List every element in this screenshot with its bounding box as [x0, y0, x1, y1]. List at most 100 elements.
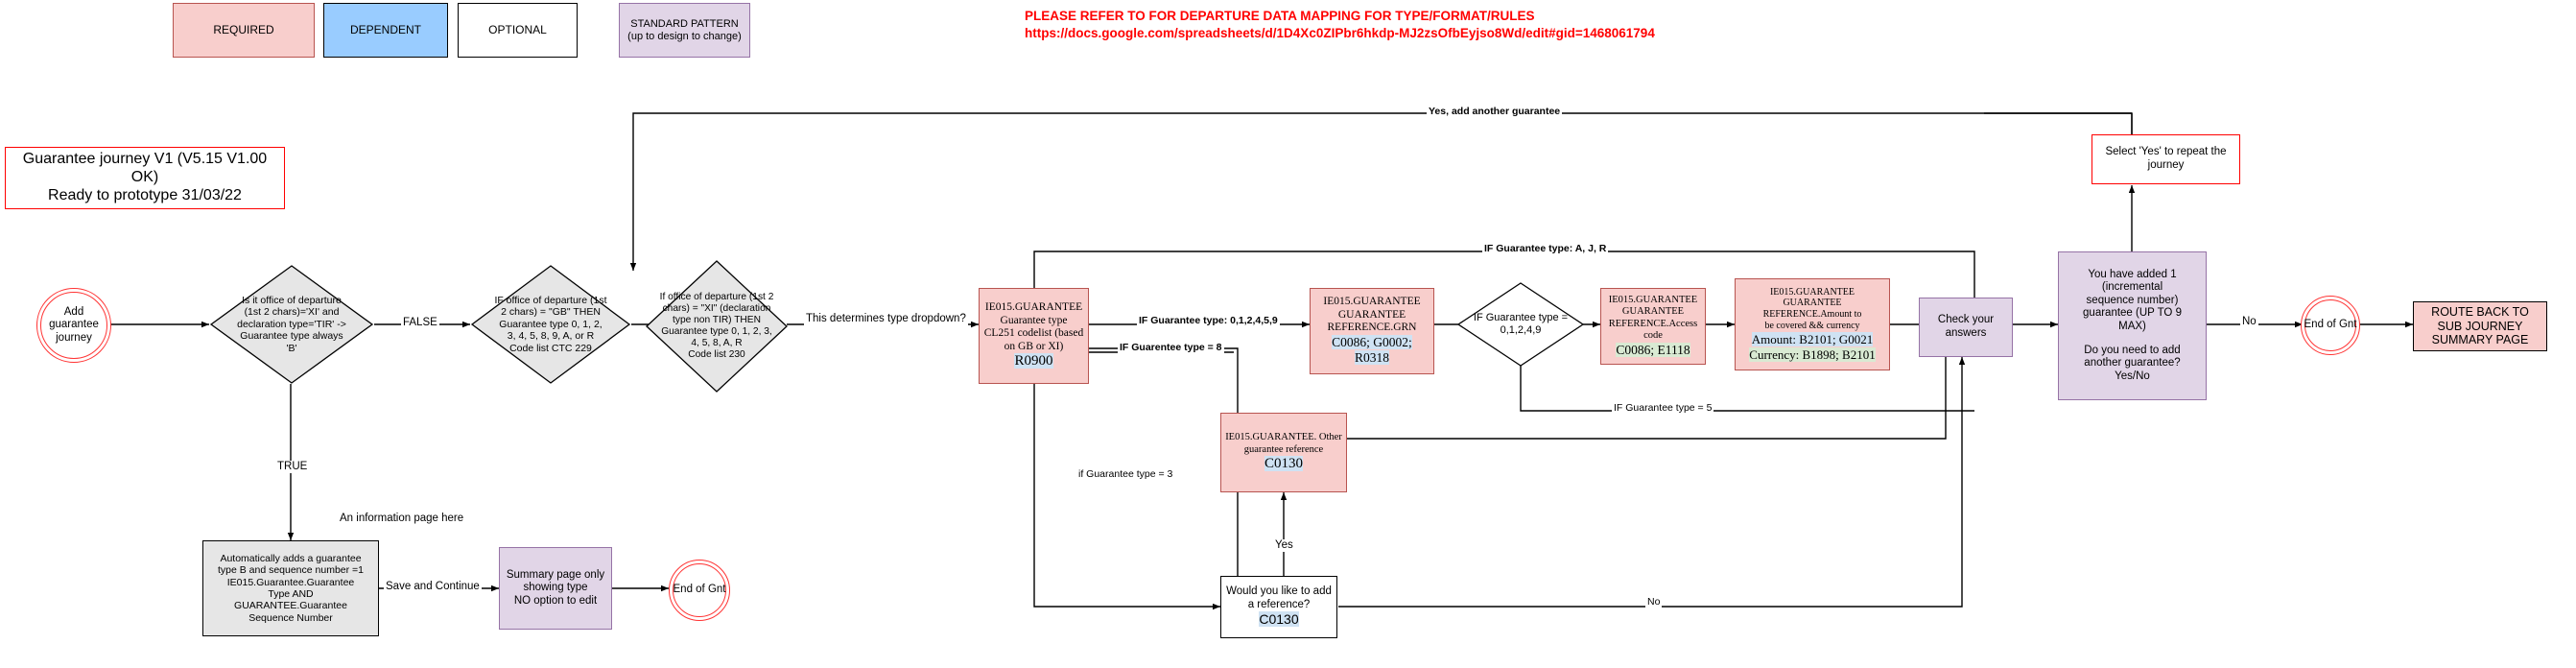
route-back-l1: ROUTE BACK TO	[2431, 304, 2529, 319]
decision-tir-l5: 'B'	[286, 342, 297, 354]
access-code-l3: REFERENCE.Access code	[1608, 318, 1698, 342]
summary-page-l1: Summary page only	[506, 568, 605, 581]
edge-label-type-ajr: IF Guarantee type: A, J, R	[1482, 243, 1609, 255]
select-yes-repeat-box: Select 'Yes' to repeat the journey	[2092, 134, 2240, 184]
guarantee-type-l1: IE015.GUARANTEE	[984, 301, 1083, 314]
added-guarantee-box[interactable]: You have added 1 (incremental sequence n…	[2058, 251, 2207, 400]
decision-01249-l2: 0,1,2,4,9	[1500, 324, 1542, 336]
legend-optional-label: OPTIONAL	[488, 23, 547, 37]
auto-add-guarantee-type-b-box: Automatically adds a guarantee type B an…	[202, 540, 379, 636]
decision-guarantee-type-01249[interactable]: IF Guarantee type = 0,1,2,4,9	[1456, 281, 1585, 368]
end-node-lower-label: End of Gnt	[673, 584, 726, 596]
guarantee-type-l4: on GB or XI)	[1004, 340, 1064, 352]
amount-currency-l1: IE015.GUARANTEE	[1769, 286, 1855, 298]
title-box: Guarantee journey V1 (V5.15 V1.00 OK) Re…	[5, 147, 285, 209]
end-node-right: End of Gnt	[2301, 296, 2360, 355]
edge-label-no-lower: No	[1645, 596, 1663, 608]
decision-office-departure-gb[interactable]: IF office of departure (1st 2 chars) = "…	[470, 264, 631, 385]
auto-type-b-l3: IE015.Guarantee.Guarantee	[226, 576, 355, 588]
guarantee-type-code: R0900	[1014, 353, 1053, 370]
other-ref-code: C0130	[1264, 456, 1303, 472]
legend-required-label: REQUIRED	[213, 23, 274, 37]
grn-l1: IE015.GUARANTEE	[1323, 296, 1421, 308]
edge-label-no-right: No	[2240, 316, 2258, 328]
edge-label-true: TRUE	[275, 461, 310, 473]
access-code-l1: IE015.GUARANTEE	[1608, 295, 1698, 306]
legend-required: REQUIRED	[173, 3, 315, 58]
decision-gb-l1: IF office of departure (1st	[494, 295, 607, 307]
decision-tir-text: Is it office of departure (1st 2 chars)=…	[209, 264, 374, 385]
legend-optional: OPTIONAL	[458, 3, 578, 58]
start-node-add-guarantee-journey[interactable]: Add guarantee journey	[36, 288, 111, 363]
summary-page-box[interactable]: Summary page only showing type NO option…	[499, 547, 612, 630]
guarantee-access-code-box: IE015.GUARANTEE GUARANTEE REFERENCE.Acce…	[1600, 288, 1706, 365]
added-guarantee-l5: MAX)	[2118, 321, 2146, 332]
decision-office-departure-xi[interactable]: If office of departure (1st 2 chars) = "…	[645, 259, 789, 394]
title-line-3: Ready to prototype 31/03/22	[48, 186, 242, 203]
added-guarantee-l2: (incremental	[2101, 281, 2163, 294]
decision-office-departure-tir[interactable]: Is it office of departure (1st 2 chars)=…	[209, 264, 374, 385]
legend-dependent: DEPENDENT	[323, 3, 448, 58]
decision-xi-l3: type non TIR) THEN	[673, 314, 761, 325]
legend-dependent-label: DEPENDENT	[349, 23, 421, 37]
decision-tir-l3: declaration type='TIR' ->	[237, 318, 346, 330]
currency-value: Currency: B1898; B2101	[1749, 346, 1876, 362]
grn-l3: REFERENCE.GRN	[1327, 322, 1417, 334]
access-code-code: C0086; E1118	[1616, 342, 1690, 357]
check-your-answers-box[interactable]: Check your answers	[1919, 298, 2013, 357]
legend-standard-pattern: STANDARD PATTERN (up to design to change…	[619, 3, 750, 58]
flowchart-canvas: REQUIRED DEPENDENT OPTIONAL STANDARD PAT…	[0, 0, 2576, 668]
auto-type-b-l4: Type AND	[268, 588, 314, 600]
select-yes-l1: Select 'Yes' to repeat the	[2105, 146, 2227, 158]
route-back-l2: SUB JOURNEY	[2437, 319, 2523, 333]
banner-line-2: https://docs.google.com/spreadsheets/d/1…	[1025, 26, 1655, 40]
auto-type-b-l5: GUARANTEE.Guarantee	[234, 600, 347, 612]
decision-tir-l2: (1st 2 chars)='XI' and	[244, 306, 340, 319]
decision-tir-l1: Is it office of departure	[242, 295, 342, 307]
other-ref-l2: guarantee reference	[1243, 443, 1324, 455]
added-guarantee-l7: another guarantee?	[2084, 357, 2181, 370]
auto-type-b-l1: Automatically adds a guarantee	[220, 552, 362, 564]
legend-standard-pattern-label: STANDARD PATTERN (up to design to change…	[627, 17, 742, 42]
decision-gb-text: IF office of departure (1st 2 chars) = "…	[470, 264, 631, 385]
amount-currency-l3: be covered && currency	[1764, 321, 1860, 331]
add-reference-l2: a reference?	[1247, 598, 1311, 610]
edge-label-determines-dropdown: This determines type dropdown?	[804, 313, 968, 325]
end-node-right-label: End of Gnt	[2304, 319, 2357, 331]
guarantee-type-l3: CL251 codelist (based	[983, 327, 1084, 340]
summary-page-l3: NO option to edit	[513, 594, 598, 607]
decision-xi-l4: Guarantee type 0, 1, 2, 3,	[661, 326, 772, 337]
auto-type-b-l6: Sequence Number	[248, 611, 333, 624]
decision-gb-l5: Code list CTC 229	[509, 342, 592, 354]
end-node-lower: End of Gnt	[669, 560, 730, 621]
edge-label-false: FALSE	[401, 317, 439, 329]
grn-code: C0086; G0002; R0318	[1332, 334, 1412, 366]
add-reference-question-box[interactable]: Would you like to add a reference? C0130	[1220, 576, 1337, 638]
added-guarantee-l4: guarantee (UP TO 9	[2083, 307, 2182, 320]
decision-xi-l6: Code list 230	[688, 349, 745, 361]
decision-xi-text: If office of departure (1st 2 chars) = "…	[645, 259, 789, 394]
amount-currency-box: IE015.GUARANTEE GUARANTEE REFERENCE.Amou…	[1735, 278, 1890, 370]
edge-label-yes: Yes	[1273, 539, 1295, 552]
auto-type-b-l2: type B and sequence number =1	[217, 564, 365, 577]
check-your-answers-label: Check your answers	[1937, 314, 1995, 339]
edge-label-type-3: if Guarantee type = 3	[1076, 468, 1175, 481]
route-back-l3: SUMMARY PAGE	[2431, 333, 2529, 347]
added-guarantee-l3: sequence number)	[2086, 294, 2179, 306]
add-reference-code: C0130	[1259, 611, 1299, 628]
route-back-box: ROUTE BACK TO SUB JOURNEY SUMMARY PAGE	[2413, 301, 2547, 351]
select-yes-l2: journey	[2147, 159, 2185, 171]
decision-gb-l2: 2 chars) = "GB" THEN	[501, 306, 601, 319]
edge-label-type-012459: IF Guarantee type: 0,1,2,4,5,9	[1137, 315, 1280, 327]
add-reference-l1: Would you like to add	[1226, 585, 1332, 598]
title-line-1: Guarantee journey V1 (V5.15 V1.00	[22, 151, 268, 168]
added-guarantee-l8: Yes/No	[2115, 370, 2150, 382]
edge-label-info-page: An information page here	[338, 513, 466, 525]
edge-label-save-continue: Save and Continue	[384, 581, 482, 593]
decision-01249-text: IF Guarantee type = 0,1,2,4,9	[1456, 281, 1585, 368]
banner-line-1: PLEASE REFER TO FOR DEPARTURE DATA MAPPI…	[1025, 9, 1535, 23]
summary-page-l2: showing type	[523, 582, 588, 594]
decision-01249-l1: IF Guarantee type =	[1473, 312, 1569, 324]
edge-label-yes-add-another: Yes, add another guarantee	[1427, 106, 1563, 118]
access-code-l2: GUARANTEE	[1621, 306, 1685, 318]
